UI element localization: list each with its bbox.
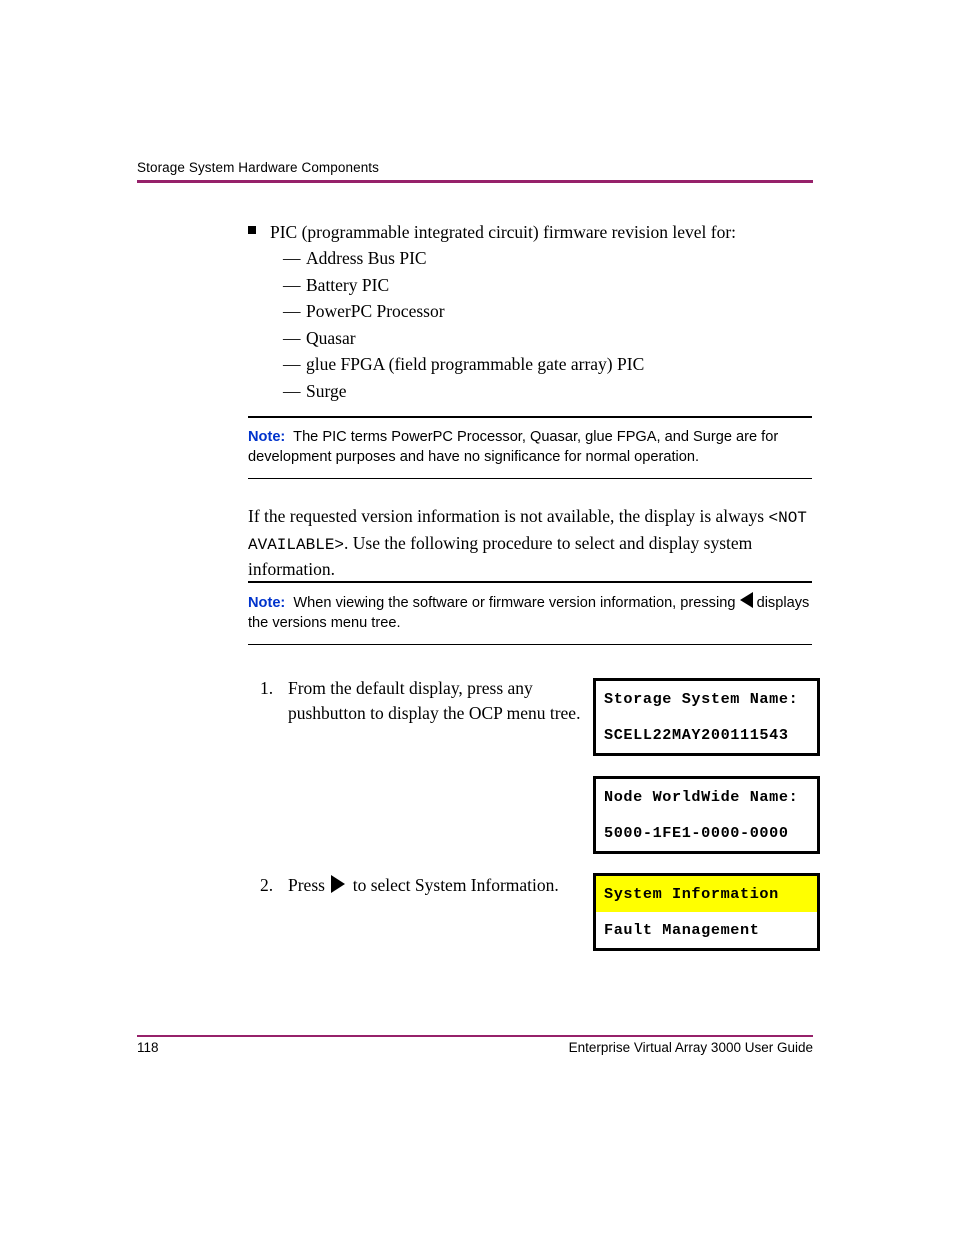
left-triangle-icon xyxy=(739,591,753,608)
list-item: — PowerPC Processor xyxy=(283,298,823,325)
list-item-label: glue FPGA (field programmable gate array… xyxy=(306,354,645,375)
em-dash-icon: — xyxy=(283,301,301,322)
step-text: From the default display, press any push… xyxy=(288,678,581,723)
square-bullet-icon xyxy=(248,219,270,234)
em-dash-icon: — xyxy=(283,248,301,268)
procedure-step: 1. From the default display, press any p… xyxy=(260,676,590,725)
lcd-display-ocp-menu: System Information Fault Management xyxy=(593,873,820,951)
list-item: — Quasar xyxy=(283,325,823,352)
lcd-line: Storage System Name: xyxy=(596,681,817,717)
bullet-item-text: PIC (programmable integrated circuit) fi… xyxy=(270,222,737,242)
step-text: Press to select System Information. xyxy=(288,873,590,898)
header-title: Storage System Hardware Components xyxy=(137,160,380,175)
footer-rule xyxy=(137,1035,813,1037)
lcd-line: Node WorldWide Name: xyxy=(596,779,817,815)
list-item: — Address Bus PIC xyxy=(283,245,823,272)
list-item-label: Battery PIC xyxy=(306,274,390,295)
list-item: — glue FPGA (field programmable gate arr… xyxy=(283,351,823,378)
em-dash-icon: — xyxy=(283,354,301,375)
note-body: Note: The PIC terms PowerPC Processor, Q… xyxy=(248,418,812,478)
note-label: Note: xyxy=(248,594,286,611)
em-dash-icon: — xyxy=(283,380,301,401)
note-bottom-rule xyxy=(248,477,812,480)
note-body: Note: When viewing the software or firmw… xyxy=(248,583,812,644)
menu-item-fault-management[interactable]: Fault Management xyxy=(596,912,817,948)
header-rule xyxy=(137,180,813,183)
note-label: Note: xyxy=(248,428,286,445)
lcd-line: SCELL22MAY200111543 xyxy=(596,717,817,753)
note-text: The PIC terms PowerPC Processor, Quasar,… xyxy=(248,428,779,466)
list-item: — Surge xyxy=(283,378,823,405)
document-page: Storage System Hardware Components PIC (… xyxy=(0,0,954,1235)
lcd-line: 5000-1FE1-0000-0000 xyxy=(596,815,817,851)
list-item-label: Quasar xyxy=(306,327,356,348)
list-item-label: Address Bus PIC xyxy=(306,248,427,268)
list-item-label: Surge xyxy=(306,380,347,401)
right-triangle-icon xyxy=(331,875,346,893)
step-text-after: to select System Information. xyxy=(348,875,559,895)
note-bottom-rule xyxy=(248,643,812,646)
step-text-before: Press xyxy=(288,875,330,895)
procedure-step: 2. Press to select System Information. xyxy=(260,873,590,898)
bullet-item: PIC (programmable integrated circuit) fi… xyxy=(248,219,818,245)
step-number: 2. xyxy=(260,875,274,895)
em-dash-icon: — xyxy=(283,274,301,295)
page-number: 118 xyxy=(137,1040,159,1055)
menu-item-system-information[interactable]: System Information xyxy=(596,876,817,912)
running-header: Storage System Hardware Components xyxy=(137,160,813,175)
step-number: 1. xyxy=(260,678,274,698)
list-item: — Battery PIC xyxy=(283,272,823,299)
list-item-label: PowerPC Processor xyxy=(306,301,445,322)
note-block: Note: The PIC terms PowerPC Processor, Q… xyxy=(248,416,812,480)
lcd-display-node-worldwide-name: Node WorldWide Name: 5000-1FE1-0000-0000 xyxy=(593,776,820,854)
note-block: Note: When viewing the software or firmw… xyxy=(248,581,812,646)
paragraph-part-1: If the requested version information is … xyxy=(248,506,769,526)
bullet-sublist: — Address Bus PIC — Battery PIC — PowerP… xyxy=(283,245,823,405)
lcd-display-storage-system-name: Storage System Name: SCELL22MAY200111543 xyxy=(593,678,820,756)
em-dash-icon: — xyxy=(283,327,301,348)
body-paragraph: If the requested version information is … xyxy=(248,504,812,582)
page-footer: 118 Enterprise Virtual Array 3000 User G… xyxy=(137,1040,813,1055)
guide-title: Enterprise Virtual Array 3000 User Guide xyxy=(568,1040,813,1055)
note-text-before: When viewing the software or firmware ve… xyxy=(293,594,740,611)
